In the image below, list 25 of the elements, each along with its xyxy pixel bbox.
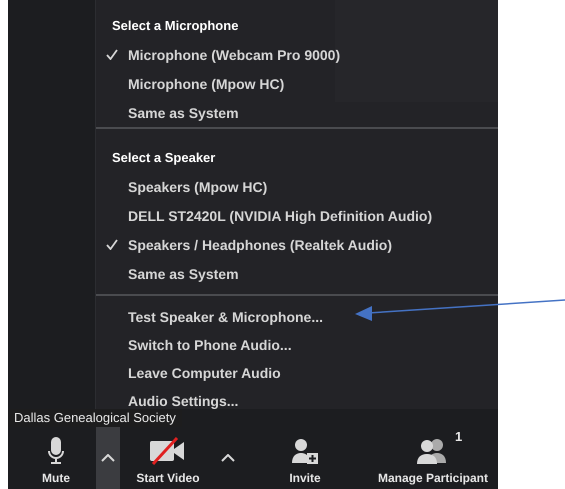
menu-heading: Select a Microphone: [111, 17, 240, 35]
menu-item[interactable]: Speakers (Mpow HC): [96, 172, 498, 201]
check-icon: [106, 48, 118, 60]
menu-heading: Select a Speaker: [111, 149, 216, 167]
video-off-icon: [150, 437, 186, 465]
menu-item[interactable]: Test Speaker & Microphone...: [96, 303, 498, 331]
menu-item[interactable]: Speakers / Headphones (Realtek Audio): [96, 230, 498, 259]
menu-item[interactable]: DELL ST2420L (NVIDIA High Definition Audio): [96, 201, 498, 230]
add-user-icon: [292, 439, 318, 465]
check-icon: [106, 238, 118, 250]
start-video-button[interactable]: Start Video: [120, 427, 216, 489]
menu-item[interactable]: Switch to Phone Audio...: [96, 331, 498, 359]
menu-item[interactable]: Microphone (Webcam Pro 9000): [96, 40, 498, 69]
menu-item[interactable]: Same as System: [96, 98, 498, 127]
manage-participants-button[interactable]: Manage Participant 1: [370, 427, 496, 489]
microphone-icon: [48, 437, 64, 465]
menu-item[interactable]: Leave Computer Audio: [96, 359, 498, 387]
caret-icon: [221, 454, 235, 462]
participant-count: 1: [455, 429, 462, 444]
caret-button[interactable]: [96, 427, 120, 489]
mute-button[interactable]: Mute: [16, 427, 96, 489]
caret-icon: [101, 454, 115, 462]
menu-item[interactable]: Same as System: [96, 259, 498, 288]
invite-button[interactable]: Invite: [240, 427, 370, 489]
menu-item[interactable]: Microphone (Mpow HC): [96, 69, 498, 98]
